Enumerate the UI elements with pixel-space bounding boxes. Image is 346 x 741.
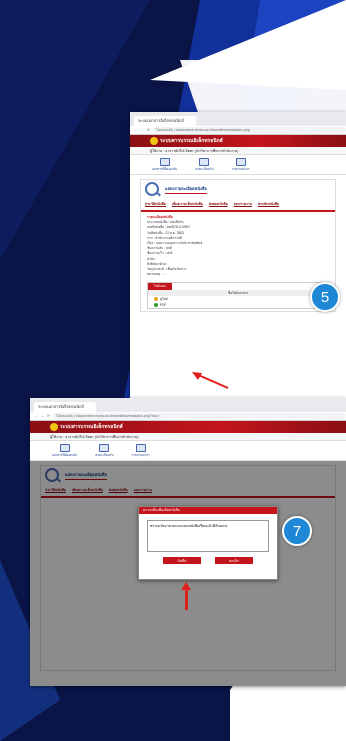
tab-report[interactable]: ออกรายงาน (234, 201, 252, 207)
register-button[interactable]: ลงทะเบียนรับ (95, 443, 114, 458)
reload-icon[interactable]: ⟳ (147, 128, 150, 132)
dialog-buttons: บันทึก ยกเลิก (139, 557, 277, 564)
user-info: ผู้ใช้งาน : อาจารย์ปวีณ์ จิตตะ (นักวิชาก… (130, 147, 346, 155)
reports-button[interactable]: รายงานต่างๆ (132, 443, 150, 458)
report-icon (135, 443, 146, 452)
app-title: ระบบสารบรรณอิเล็กทรอนิกส์ (60, 424, 123, 430)
user-info: ผู้ใช้งาน : อาจารย์ปวีณ์ จิตตะ (นักวิชาก… (30, 433, 346, 441)
inbox-button[interactable]: เอกสารที่ต้องลงรับ (52, 443, 77, 458)
comment-input[interactable]: ทราบแจ้งมาตามและแนบหนังสือเรียนแล้วมีตัว… (147, 520, 269, 552)
app-banner: ระบบสารบรรณอิเล็กทรอนิกส์ (30, 421, 346, 433)
url-text[interactable]: ไม่ปลอดภัย | edocument.rmutsv.ac.th/work… (152, 127, 346, 133)
app-title: ระบบสารบรรณอิเล็กทรอนิกส์ (160, 138, 223, 144)
toolbar: เอกสารที่ต้องลงรับ ลงทะเบียนรับ รายงานต่… (30, 441, 346, 461)
forward-icon[interactable]: → (141, 128, 145, 132)
document-panel: แสดงรายละเอียดหนังสือ ประวัติหนังสือ เพิ… (140, 179, 336, 313)
save-button[interactable]: บันทึก (163, 557, 201, 564)
screenshot-step-7: ระบบเอกสารอิเล็กทรอนิกส์ ← → ⟳ ไม่ปลอดภั… (30, 398, 346, 686)
attachments-box: ไฟล์แนบ ชื่อไฟล์เอกสาร ดูไฟล์ PDF (147, 282, 329, 310)
file-icon (154, 303, 158, 308)
tab-history[interactable]: ประวัติหนังสือ (145, 201, 166, 207)
address-bar[interactable]: ← → ⟳ ไม่ปลอดภัย | edocument.rmutsv.ac.t… (30, 412, 346, 421)
step-badge: 5 (310, 282, 340, 312)
file-icon (154, 297, 158, 302)
page-title: แสดงรายละเอียดหนังสือ (165, 185, 207, 194)
tab-return[interactable]: ส่งกลับหนังสือ (258, 201, 279, 207)
step-badge: 7 (282, 516, 312, 546)
cancel-button[interactable]: ยกเลิก (215, 557, 253, 564)
university-logo-icon (150, 137, 158, 145)
action-tabs: ประวัติหนังสือ เพิ่มความเห็นหนังสือ ส่งต… (141, 198, 335, 212)
inbox-button[interactable]: เอกสารที่ต้องลงรับ (152, 157, 177, 172)
address-bar[interactable]: ← → ⟳ ไม่ปลอดภัย | edocument.rmutsv.ac.t… (130, 126, 346, 135)
browser-tab[interactable]: ระบบเอกสารอิเล็กทรอนิกส์ (134, 116, 196, 126)
browser-tab[interactable]: ระบบเอกสารอิเล็กทรอนิกส์ (34, 402, 96, 412)
report-icon (235, 157, 246, 166)
attachments-tab[interactable]: ไฟล์แนบ (148, 283, 173, 291)
university-logo-icon (50, 423, 58, 431)
pointer-arrow-icon (192, 372, 229, 389)
browser-tabbar: ระบบเอกสารอิเล็กทรอนิกส์ (130, 112, 346, 126)
toolbar: เอกสารที่ต้องลงรับ ลงทะเบียนรับ รายงานต่… (130, 155, 346, 175)
app-banner: ระบบสารบรรณอิเล็กทรอนิกส์ (130, 135, 346, 147)
browser-tabbar: ระบบเอกสารอิเล็กทรอนิกส์ (30, 398, 346, 412)
detail-row: หมายเหตุ : ... (147, 272, 166, 277)
arrow-head-icon (181, 582, 191, 590)
tab-add-comment[interactable]: เพิ่มความเห็นหนังสือ (172, 201, 203, 207)
inbox-icon (159, 157, 170, 166)
pointer-arrow-icon (185, 588, 188, 610)
document-header: แสดงรายละเอียดหนังสือ (141, 180, 335, 198)
register-icon (99, 443, 110, 452)
register-button[interactable]: ลงทะเบียนรับ (195, 157, 214, 172)
screenshot-step-5: ระบบเอกสารอิเล็กทรอนิกส์ ← → ⟳ ไม่ปลอดภั… (130, 112, 346, 398)
back-icon[interactable]: ← (134, 128, 138, 132)
comment-dialog: ความเห็นเพิ่มเติมหนังสือ ทราบแจ้งมาตามแล… (138, 506, 278, 580)
reports-button[interactable]: รายงานต่างๆ (232, 157, 250, 172)
back-icon[interactable]: ← (34, 414, 38, 418)
tab-forward[interactable]: ส่งต่อหนังสือ (209, 201, 228, 207)
reload-icon[interactable]: ⟳ (47, 414, 50, 418)
forward-icon[interactable]: → (41, 414, 45, 418)
url-text[interactable]: ไม่ปลอดภัย | edocument.rmutsv.ac.th/work… (52, 413, 346, 419)
attachment-row[interactable]: PDF (148, 302, 328, 308)
magnifier-icon (145, 182, 159, 196)
register-icon (199, 157, 210, 166)
document-details: รายละเอียดหนังสือ ประเภทหนังสือ : หนังสื… (141, 212, 335, 280)
dialog-title: ความเห็นเพิ่มเติมหนังสือ (139, 507, 277, 514)
inbox-icon (59, 443, 70, 452)
